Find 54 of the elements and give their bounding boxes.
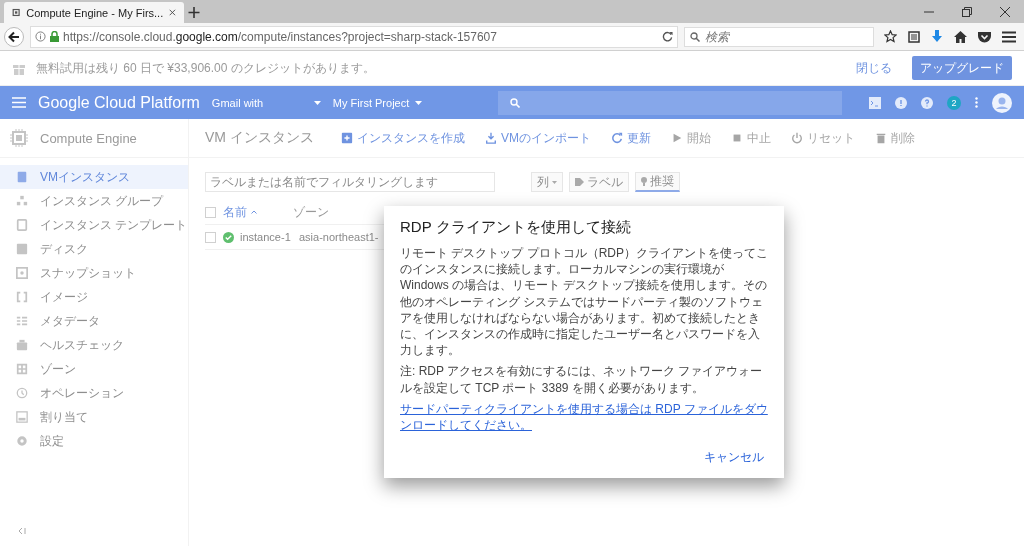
columns-button[interactable]: 列 — [531, 172, 563, 192]
sidebar-item[interactable]: ディスク — [0, 237, 188, 261]
download-link[interactable]: サードパーティクライアントを使用する場合は RDP ファイルをダウンロードしてください。 — [400, 400, 768, 434]
dismiss-button[interactable]: 閉じる — [846, 59, 902, 77]
cancel-button[interactable]: キャンセル — [700, 445, 768, 471]
sidebar-item[interactable]: スナップショット — [0, 261, 188, 285]
sidebar-item[interactable]: メタデータ — [0, 309, 188, 333]
column-header[interactable]: 名前 — [223, 203, 247, 221]
dialog-note: 注: RDP アクセスを有効にするには、ネットワーク ファイアウォールを設定して TCP ポート 3389 を開く必要があります。 — [400, 363, 764, 396]
sidebar-label: インスタンス テンプレート — [40, 216, 188, 234]
sidebar-item[interactable]: イメージ — [0, 285, 188, 309]
sidebar-label: イメージ — [40, 288, 88, 306]
upgrade-button[interactable]: アップグレード — [912, 56, 1012, 80]
dialog-title: RDP クライアントを使用して接続 — [400, 218, 632, 237]
filter-field[interactable]: ラベルまたは名前でフィルタリングします — [205, 172, 495, 192]
notification-badge[interactable]: 2 — [947, 95, 961, 110]
sidebar-item[interactable]: ヘルスチェック — [0, 333, 188, 357]
sidebar-label: スナップショット — [40, 264, 136, 282]
sidebar-item[interactable]: VMインスタンス — [0, 165, 188, 189]
sidebar-item[interactable]: インスタンス テンプレート — [0, 213, 188, 237]
url-text: https://console.cloud.google.com/compute/instances?project=sharp-stack-157607 — [63, 29, 498, 44]
project-selector[interactable]: My First Project — [332, 96, 423, 109]
column-header[interactable]: ゾーン — [293, 204, 329, 219]
address-bar[interactable]: https://console.cloud.google.com/compute/instances?project=sharp-stack-157607 — [30, 25, 678, 48]
toolbar-button[interactable]: VMのインポート — [485, 129, 591, 147]
sidebar-label: オペレーション — [40, 384, 124, 402]
sidebar-label: インスタンス グループ — [40, 192, 164, 210]
product-title: Google Cloud Platform — [38, 93, 200, 112]
sidebar-item[interactable]: 設定 — [0, 429, 188, 453]
account-selector[interactable]: Gmail with — [211, 96, 302, 109]
labels-button[interactable]: ラベル — [569, 172, 629, 192]
sidebar-item[interactable]: 割り当て — [0, 405, 188, 429]
sidebar-item[interactable]: オペレーション — [0, 381, 188, 405]
toolbar-button[interactable]: 更新 — [611, 129, 651, 147]
toolbar-button[interactable]: インスタンスを作成 — [341, 129, 465, 147]
dialog-text: リモート デスクトップ プロトコル（RDP）クライアントを使ってこのインスタンスに接続します。ローカルマシンの実行環境が Windows の場合は、リモート デスクトップ接続を使用します。その他のオペレーティング システムではサードパーティ製のソフトウェアを使用しなければならない場合があります。初めて接続したときに、インスタンスの作成時に指定したユーザー名とパスワードを入力します。 — [400, 245, 768, 359]
sidebar-label: 割り当て — [40, 408, 88, 426]
trial-message: 無料試用は残り 60 日で ¥33,906.00 のクレジットがあります。 — [36, 59, 375, 77]
sidebar-label: ディスク — [40, 240, 88, 258]
instance-name[interactable]: instance-1 — [240, 231, 291, 243]
page-title: VM インスタンス — [205, 129, 315, 147]
tab-title: Compute Engine - My Firs... — [26, 6, 164, 19]
sidebar-label: ヘルスチェック — [40, 336, 124, 354]
sidebar-label: VMインスタンス — [40, 168, 130, 186]
sidebar-label: 設定 — [40, 432, 64, 450]
table-cell: asia-northeast1- — [299, 231, 379, 243]
browser-tab[interactable]: Compute Engine - My Firs... — [4, 2, 184, 23]
recommend-button[interactable]: 推奨 — [635, 172, 680, 192]
sidebar-item[interactable]: ゾーン — [0, 357, 188, 381]
sidebar-label: ゾーン — [40, 360, 76, 378]
sidebar-item[interactable]: インスタンス グループ — [0, 189, 188, 213]
product-name: Compute Engine — [40, 130, 137, 146]
search-field[interactable]: 検索 — [684, 26, 874, 47]
sidebar-label: メタデータ — [40, 312, 100, 330]
